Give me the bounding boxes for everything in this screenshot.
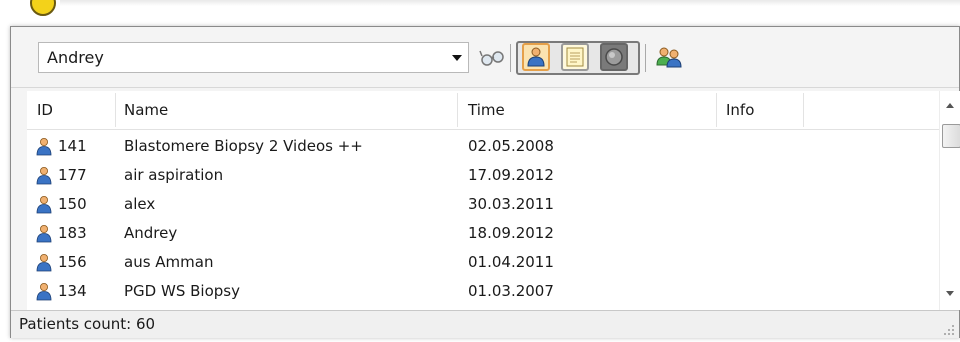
- patients-panel: Andrey ID Name Time Info 141 Blastomere …: [10, 26, 960, 338]
- toolbar-separator: [510, 44, 511, 72]
- patient-view-button[interactable]: [522, 43, 550, 71]
- app-icon: [30, 0, 56, 16]
- chevron-down-icon[interactable]: [452, 55, 462, 61]
- column-divider[interactable]: [457, 93, 458, 127]
- table-header: ID Name Time Info: [27, 91, 939, 130]
- cell-time: 01.04.2011: [468, 253, 554, 271]
- cell-time: 17.09.2012: [468, 166, 554, 184]
- column-header-id[interactable]: ID: [31, 91, 121, 129]
- scroll-up-icon[interactable]: [946, 103, 954, 108]
- column-header-name[interactable]: Name: [118, 91, 458, 129]
- column-divider[interactable]: [716, 93, 717, 127]
- cell-id: 141: [58, 137, 87, 155]
- patients-table: ID Name Time Info 141 Blastomere Biopsy 2…: [27, 91, 939, 310]
- patient-icon: [36, 283, 52, 301]
- notes-view-icon: [566, 47, 584, 67]
- patients-group-icon[interactable]: [654, 43, 684, 71]
- table-row[interactable]: 183 Andrey 18.09.2012: [27, 219, 939, 248]
- user-select[interactable]: Andrey: [38, 42, 469, 73]
- cell-time: 30.03.2011: [468, 195, 554, 213]
- table-row[interactable]: 141 Blastomere Biopsy 2 Videos ++ 02.05.20…: [27, 132, 939, 161]
- toolbar: Andrey: [11, 27, 959, 88]
- column-divider[interactable]: [115, 93, 116, 127]
- disc-view-icon: [605, 48, 623, 66]
- disc-view-button[interactable]: [600, 43, 628, 71]
- cell-time: 02.05.2008: [468, 137, 554, 155]
- resize-grip-icon[interactable]: [943, 324, 955, 336]
- scrollbar-thumb[interactable]: [942, 124, 960, 148]
- cell-id: 183: [58, 224, 87, 242]
- cell-name: alex: [124, 195, 156, 213]
- cell-name: air aspiration: [124, 166, 224, 184]
- table-row[interactable]: 150 alex 30.03.2011: [27, 190, 939, 219]
- patient-icon: [36, 167, 52, 185]
- patient-icon: [36, 225, 52, 243]
- table-row[interactable]: 156 aus Amman 01.04.2011: [27, 248, 939, 277]
- cell-name: Blastomere Biopsy 2 Videos ++: [124, 137, 363, 155]
- patient-icon: [36, 196, 52, 214]
- cell-id: 150: [58, 195, 87, 213]
- notes-view-button[interactable]: [561, 43, 589, 71]
- cell-time: 01.03.2007: [468, 282, 554, 300]
- vertical-scrollbar[interactable]: [939, 91, 960, 310]
- cell-time: 18.09.2012: [468, 224, 554, 242]
- glasses-icon[interactable]: [479, 46, 505, 68]
- toolbar-separator: [645, 44, 646, 72]
- cell-id: 177: [58, 166, 87, 184]
- window-edge: [60, 0, 960, 6]
- cell-name: Andrey: [124, 224, 178, 242]
- scroll-down-icon[interactable]: [946, 291, 954, 296]
- table-row[interactable]: 177 air aspiration 17.09.2012: [27, 161, 939, 190]
- user-select-value: Andrey: [47, 48, 104, 67]
- patient-icon: [36, 254, 52, 272]
- patient-view-icon: [527, 47, 545, 67]
- patient-icon: [36, 138, 52, 156]
- status-bar: Patients count: 60: [11, 310, 959, 338]
- cell-name: PGD WS Biopsy: [124, 282, 240, 300]
- patients-count: Patients count: 60: [19, 315, 156, 333]
- cell-id: 156: [58, 253, 87, 271]
- column-divider[interactable]: [803, 93, 804, 127]
- column-header-time[interactable]: Time: [462, 91, 712, 129]
- column-header-info[interactable]: Info: [720, 91, 805, 129]
- cell-name: aus Amman: [124, 253, 214, 271]
- cell-id: 134: [58, 282, 87, 300]
- table-row[interactable]: 134 PGD WS Biopsy 01.03.2007: [27, 277, 939, 306]
